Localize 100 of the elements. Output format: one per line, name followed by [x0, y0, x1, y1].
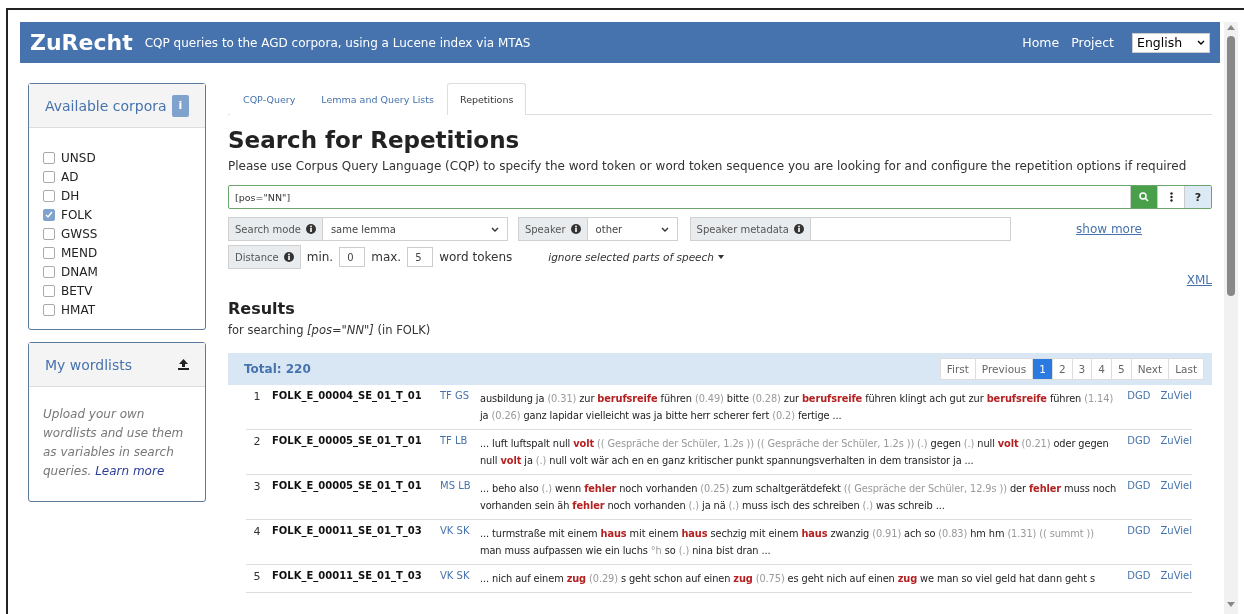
corpus-label: MEND [61, 245, 98, 260]
search-mode-select[interactable]: same lemma [322, 217, 508, 241]
distance-label: Distance [228, 245, 301, 269]
checkbox[interactable] [43, 303, 55, 316]
speaker-link[interactable]: MS LB [440, 480, 480, 491]
corpus-label: DH [61, 188, 80, 203]
nav-link[interactable]: Project [1071, 35, 1114, 50]
page-link[interactable]: 1 [1032, 358, 1053, 380]
dots-icon [1169, 192, 1173, 202]
brand-logo[interactable]: ZuRecht [30, 30, 133, 55]
tab[interactable]: Repetitions [446, 83, 527, 115]
kwic-text: ... beho also (.) wenn fehler noch vorhanden (0.25) zum schaltgerätdefekt (( Gespräche der Schüler, 12.9s )) der fehler muss noch vorhanden sein äh fehler noch vorhanden (.) ja nä (.) muss isch des schreiben (.) was schreib ... [480, 482, 1118, 513]
min-label: min. [306, 250, 334, 264]
ignore-pos-dropdown[interactable]: ignore selected parts of speech [548, 251, 724, 263]
speaker-select[interactable]: other [587, 217, 678, 241]
transcript-id: FOLK_E_00011_SE_01_T_03 [271, 570, 423, 581]
page-link[interactable]: 4 [1091, 358, 1112, 380]
search-icon [1139, 192, 1149, 202]
page-link[interactable]: First [939, 358, 976, 380]
page-link[interactable]: Next [1130, 358, 1170, 380]
checkbox[interactable] [43, 170, 55, 183]
row-number: 2 [252, 435, 262, 448]
corpus-label: FOLK [61, 207, 92, 222]
results-subtitle: for searching [pos="NN"] (in FOLK) [228, 323, 432, 337]
zuviel-link[interactable]: ZuViel [1160, 570, 1192, 581]
page-link[interactable]: 2 [1051, 358, 1073, 380]
zuviel-link[interactable]: ZuViel [1160, 525, 1192, 536]
page-link[interactable]: Last [1168, 358, 1204, 380]
scrollbar[interactable] [1224, 22, 1238, 614]
dgd-link[interactable]: DGD [1127, 435, 1151, 446]
nav-link[interactable]: Home [1022, 35, 1060, 50]
corpus-label: HMAT [61, 302, 95, 317]
row-number: 4 [252, 525, 262, 538]
row-number: 5 [252, 570, 262, 583]
help-button[interactable]: ? [1184, 186, 1211, 208]
kwic-text: ... luft luftspalt null volt (( Gespräche der Schüler, 1.2s )) (( Gespräche der Schüler, 1.2s )) (.) gegen (.) null volt (0.21) oder gegen null volt ja (.) null volt wär ach en en ganz kritischer punkt spannungsverhalten in dem transistor ja ... [480, 437, 1110, 468]
wordlists-description: Upload your own wordlists and use them as variables in search queries. Learn more [42, 406, 185, 480]
checkbox[interactable] [43, 246, 55, 259]
panel-title: My wordlists [45, 356, 133, 373]
info-icon [570, 224, 581, 234]
query-field[interactable]: [pos="NN"] ? [228, 185, 1212, 209]
corpus-label: AD [61, 169, 79, 184]
checkbox[interactable] [43, 151, 55, 164]
dgd-link[interactable]: DGD [1127, 525, 1151, 536]
search-button[interactable] [1130, 186, 1157, 208]
speaker-link[interactable]: TF GS [440, 390, 480, 401]
caret-icon [1197, 40, 1205, 45]
caret-icon [490, 226, 499, 232]
kwic-text: ... nich auf einem zug (0.29) s geht schon auf einen zug (0.75) es geht nich auf einen zug we man so viel geld hat dann geht s [480, 572, 1096, 586]
speaker-metadata-label: Speaker metadata [689, 217, 811, 241]
transcript-id: FOLK_E_00011_SE_01_T_03 [271, 525, 423, 536]
upload-icon[interactable] [178, 359, 189, 370]
min-field[interactable]: 0 [339, 247, 366, 267]
panel-title: Available corpora [45, 97, 167, 114]
learn-more-link[interactable]: Learn more [95, 464, 165, 478]
max-field[interactable]: 5 [407, 247, 434, 267]
transcript-id: FOLK_E_00004_SE_01_T_01 [271, 390, 423, 401]
transcript-id: FOLK_E_00005_SE_01_T_01 [271, 480, 423, 491]
checkbox[interactable] [43, 189, 55, 202]
zuviel-link[interactable]: ZuViel [1160, 390, 1192, 401]
info-icon [793, 224, 804, 234]
info-icon [283, 252, 294, 262]
total-count: Total: 220 [244, 362, 311, 376]
kwic-text: ausbildung ja (0.31) zur berufsreife führen (0.49) bitte (0.28) zur berufsreife führen klingt ach gut zur berufsreife führen (1.14) ja (0.26) ganz lapidar vielleicht was ja bitte herr scherer fert (0.2) fertige ... [480, 392, 1115, 423]
page-link[interactable]: 5 [1110, 358, 1132, 380]
corpus-label: GWSS [61, 226, 98, 241]
checkbox[interactable] [43, 227, 55, 240]
corpus-label: BETV [61, 283, 93, 298]
max-label: max. [371, 250, 402, 264]
xml-link[interactable]: XML [1186, 273, 1212, 287]
corpus-label: UNSD [61, 150, 96, 165]
corpus-label: DNAM [61, 264, 98, 279]
row-number: 1 [252, 390, 262, 403]
checkbox[interactable] [43, 284, 55, 297]
speaker-link[interactable]: VK SK [440, 525, 480, 536]
transcript-id: FOLK_E_00005_SE_01_T_01 [271, 435, 423, 446]
tagline: CQP queries to the AGD corpora, using a Lucene index via MTAS [144, 35, 532, 50]
speaker-link[interactable]: VK SK [440, 570, 480, 581]
caret-icon [718, 255, 724, 259]
description: Please use Corpus Query Language (CQP) to specify the word token or word token sequence you are looking for and configure the repetition options if required [228, 159, 1188, 173]
show-more-link[interactable]: show more [1076, 222, 1142, 236]
dgd-link[interactable]: DGD [1127, 570, 1151, 581]
search-mode-label: Search mode [228, 217, 323, 241]
speaker-label: Speaker [517, 217, 588, 241]
speaker-link[interactable]: TF LB [440, 435, 480, 446]
dgd-link[interactable]: DGD [1127, 390, 1151, 401]
zuviel-link[interactable]: ZuViel [1160, 480, 1192, 491]
results-title: Results [228, 299, 296, 318]
dgd-link[interactable]: DGD [1127, 480, 1151, 491]
checkbox[interactable] [43, 208, 55, 221]
page-title: Search for Repetitions [228, 127, 521, 153]
page-link[interactable]: Previous [974, 358, 1034, 380]
speaker-metadata-field[interactable] [810, 217, 1011, 241]
kwic-text: ... turmstraße mit einem haus mit einem haus sechzig mit einem haus zwanzig (0.91) ach so (0.83) hm hm (1.31) (( summt )) man muss aufpassen wie ein luchs °h so (.) nina bist dran ... [480, 527, 1095, 558]
language-select[interactable]: English [1132, 32, 1210, 53]
zuviel-link[interactable]: ZuViel [1160, 435, 1192, 446]
row-number: 3 [252, 480, 262, 493]
info-icon [305, 224, 316, 234]
caret-icon [660, 226, 669, 232]
checkbox[interactable] [43, 265, 55, 278]
